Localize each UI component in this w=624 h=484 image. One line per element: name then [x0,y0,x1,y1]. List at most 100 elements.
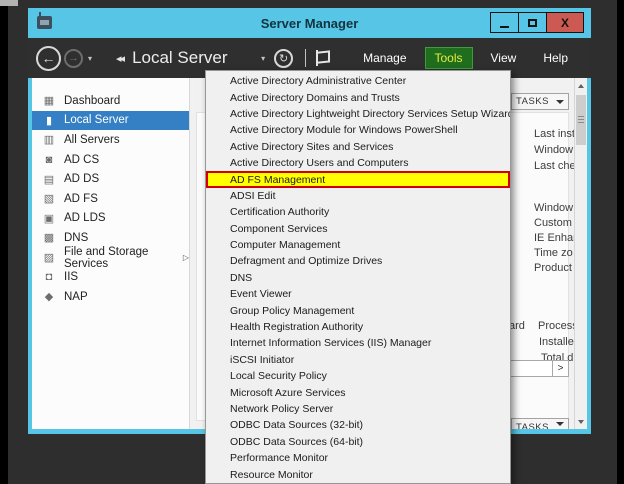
sidebar-item-label: AD FS [64,193,98,205]
maximize-button[interactable] [518,12,547,33]
sidebar-item-file-and-storage-services[interactable]: ▨File and Storage Services▷ [32,248,189,268]
property-label: Window [534,202,573,214]
menu-item-computer-management[interactable]: Computer Management [206,237,510,253]
scroll-down-icon [578,420,584,424]
property-label: Last inst [534,128,575,140]
nap-key-icon: ◆ [42,290,56,303]
tasks-button-label: TASKS [516,96,549,107]
scroll-up-icon [578,84,584,88]
events-range-box[interactable]: > [510,360,569,377]
menu-item-odbc-data-sources-32-bit-[interactable]: ODBC Data Sources (32-bit) [206,417,510,433]
tasks-button-label: TASKS [516,422,549,429]
forward-button[interactable]: → [64,49,83,68]
menu-item-active-directory-domains-and-trusts[interactable]: Active Directory Domains and Trusts [206,89,510,105]
menu-item-ad-fs-management[interactable]: AD FS Management [206,171,510,187]
sidebar-item-label: File and Storage Services [64,246,178,270]
navbar-right: ▾ ↻ Manage Tools View Help [256,47,577,69]
menu-item-active-directory-administrative-center[interactable]: Active Directory Administrative Center [206,73,510,89]
menu-item-active-directory-module-for-windows-powershell[interactable]: Active Directory Module for Windows Powe… [206,122,510,138]
navbar-item-help[interactable]: Help [534,47,577,69]
menu-item-performance-monitor[interactable]: Performance Monitor [206,450,510,466]
menu-item-health-registration-authority[interactable]: Health Registration Authority [206,319,510,335]
dns-icon: ▩ [42,231,56,244]
navbar-item-manage[interactable]: Manage [354,47,415,69]
next-page-button[interactable]: > [552,361,568,376]
sidebar-item-iis[interactable]: ◘IIS [32,267,189,287]
all-servers-icon: ▥ [42,133,56,146]
scrollbar-grip-icon [578,116,584,124]
desktop-edge-right [617,0,624,484]
scroll-up-button[interactable] [575,78,587,93]
sidebar-item-label: IIS [64,271,78,283]
ad-fs-icon: ▧ [42,192,56,205]
sidebar-item-local-server[interactable]: ▮Local Server [32,111,189,131]
chevron-down-icon [556,100,564,104]
menu-item-odbc-data-sources-64-bit-[interactable]: ODBC Data Sources (64-bit) [206,434,510,450]
property-label: Window [534,144,573,156]
minimize-button[interactable] [490,12,519,33]
expand-arrow-icon[interactable]: ▷ [183,253,189,262]
ad-ds-icon: ▤ [42,173,56,186]
sidebar-item-dashboard[interactable]: ▦ Dashboard [32,91,189,111]
sidebar-item-nap[interactable]: ◆NAP [32,287,189,307]
menu-item-group-policy-management[interactable]: Group Policy Management [206,302,510,318]
sidebar-item-label: Local Server [64,114,129,126]
desktop-edge-left [0,0,8,484]
notifications-flag-icon[interactable] [316,50,329,66]
menu-item-component-services[interactable]: Component Services [206,221,510,237]
refresh-button[interactable]: ↻ [274,49,293,68]
sidebar-item-ad-cs[interactable]: ◙AD CS [32,150,189,170]
breadcrumb[interactable]: Local Server [132,48,227,68]
ad-lds-icon: ▣ [42,212,56,225]
maximize-icon [528,19,537,27]
navbar-item-view[interactable]: View [482,47,526,69]
menu-item-microsoft-azure-services[interactable]: Microsoft Azure Services [206,384,510,400]
tasks-button[interactable]: TASKS [511,93,569,110]
back-button[interactable]: ← [36,46,61,71]
titlebar[interactable]: Server Manager X [28,8,591,38]
menu-item-iscsi-initiator[interactable]: iSCSI Initiator [206,352,510,368]
dashboard-icon: ▦ [42,94,56,107]
menu-item-event-viewer[interactable]: Event Viewer [206,286,510,302]
navbar-divider [305,49,306,67]
ad-cs-icon: ◙ [42,154,56,166]
sidebar-item-ad-ds[interactable]: ▤ AD DS [32,169,189,189]
sidebar-item-label: AD LDS [64,212,106,224]
menu-item-internet-information-services-iis-manager[interactable]: Internet Information Services (IIS) Mana… [206,335,510,351]
chevron-down-icon [556,422,564,426]
sidebar-item-label: AD DS [64,173,99,185]
menu-item-defragment-and-optimize-drives[interactable]: Defragment and Optimize Drives [206,253,510,269]
menu-item-certification-authority[interactable]: Certification Authority [206,204,510,220]
history-dropdown-icon[interactable]: ▾ [88,54,92,63]
property-label: Last che [534,160,576,172]
menu-item-active-directory-users-and-computers[interactable]: Active Directory Users and Computers [206,155,510,171]
navbar-menu: Manage Tools View Help [345,47,577,69]
menu-item-network-policy-server[interactable]: Network Policy Server [206,401,510,417]
property-label: Process [538,320,578,332]
scroll-down-button[interactable] [575,414,587,429]
vertical-scrollbar[interactable] [574,78,587,429]
menu-item-resource-monitor[interactable]: Resource Monitor [206,466,510,482]
property-label: Custom [534,217,572,229]
navbar-item-tools[interactable]: Tools [425,47,473,69]
scrollbar-thumb[interactable] [576,95,586,145]
sidebar-item-label: All Servers [64,134,120,146]
breadcrumb-dropdown-icon[interactable]: ▾ [261,54,265,63]
tasks-button-bottom[interactable]: TASKS [511,418,569,429]
menu-item-active-directory-sites-and-services[interactable]: Active Directory Sites and Services [206,139,510,155]
sidebar: ▦ Dashboard ▮Local Server ▥ All Servers ◙AD C… [32,78,190,429]
close-button[interactable]: X [546,12,584,33]
menu-item-active-directory-lightweight-directory-services-setup-wizard[interactable]: Active Directory Lightweight Directory S… [206,106,510,122]
menu-item-local-security-policy[interactable]: Local Security Policy [206,368,510,384]
property-label: Time zo [534,247,573,259]
property-label: Product [534,262,572,274]
menu-item-adsi-edit[interactable]: ADSI Edit [206,188,510,204]
sidebar-item-all-servers[interactable]: ▥ All Servers [32,130,189,150]
sidebar-item-ad-fs[interactable]: ▧ AD FS [32,189,189,209]
menu-item-dns[interactable]: DNS [206,270,510,286]
sidebar-item-label: Dashboard [64,95,120,107]
sidebar-item-ad-lds[interactable]: ▣ AD LDS [32,209,189,229]
property-label: ard [509,320,525,332]
breadcrumb-chevrons-icon: ◂◂ [116,52,123,65]
sidebar-item-label: DNS [64,232,88,244]
